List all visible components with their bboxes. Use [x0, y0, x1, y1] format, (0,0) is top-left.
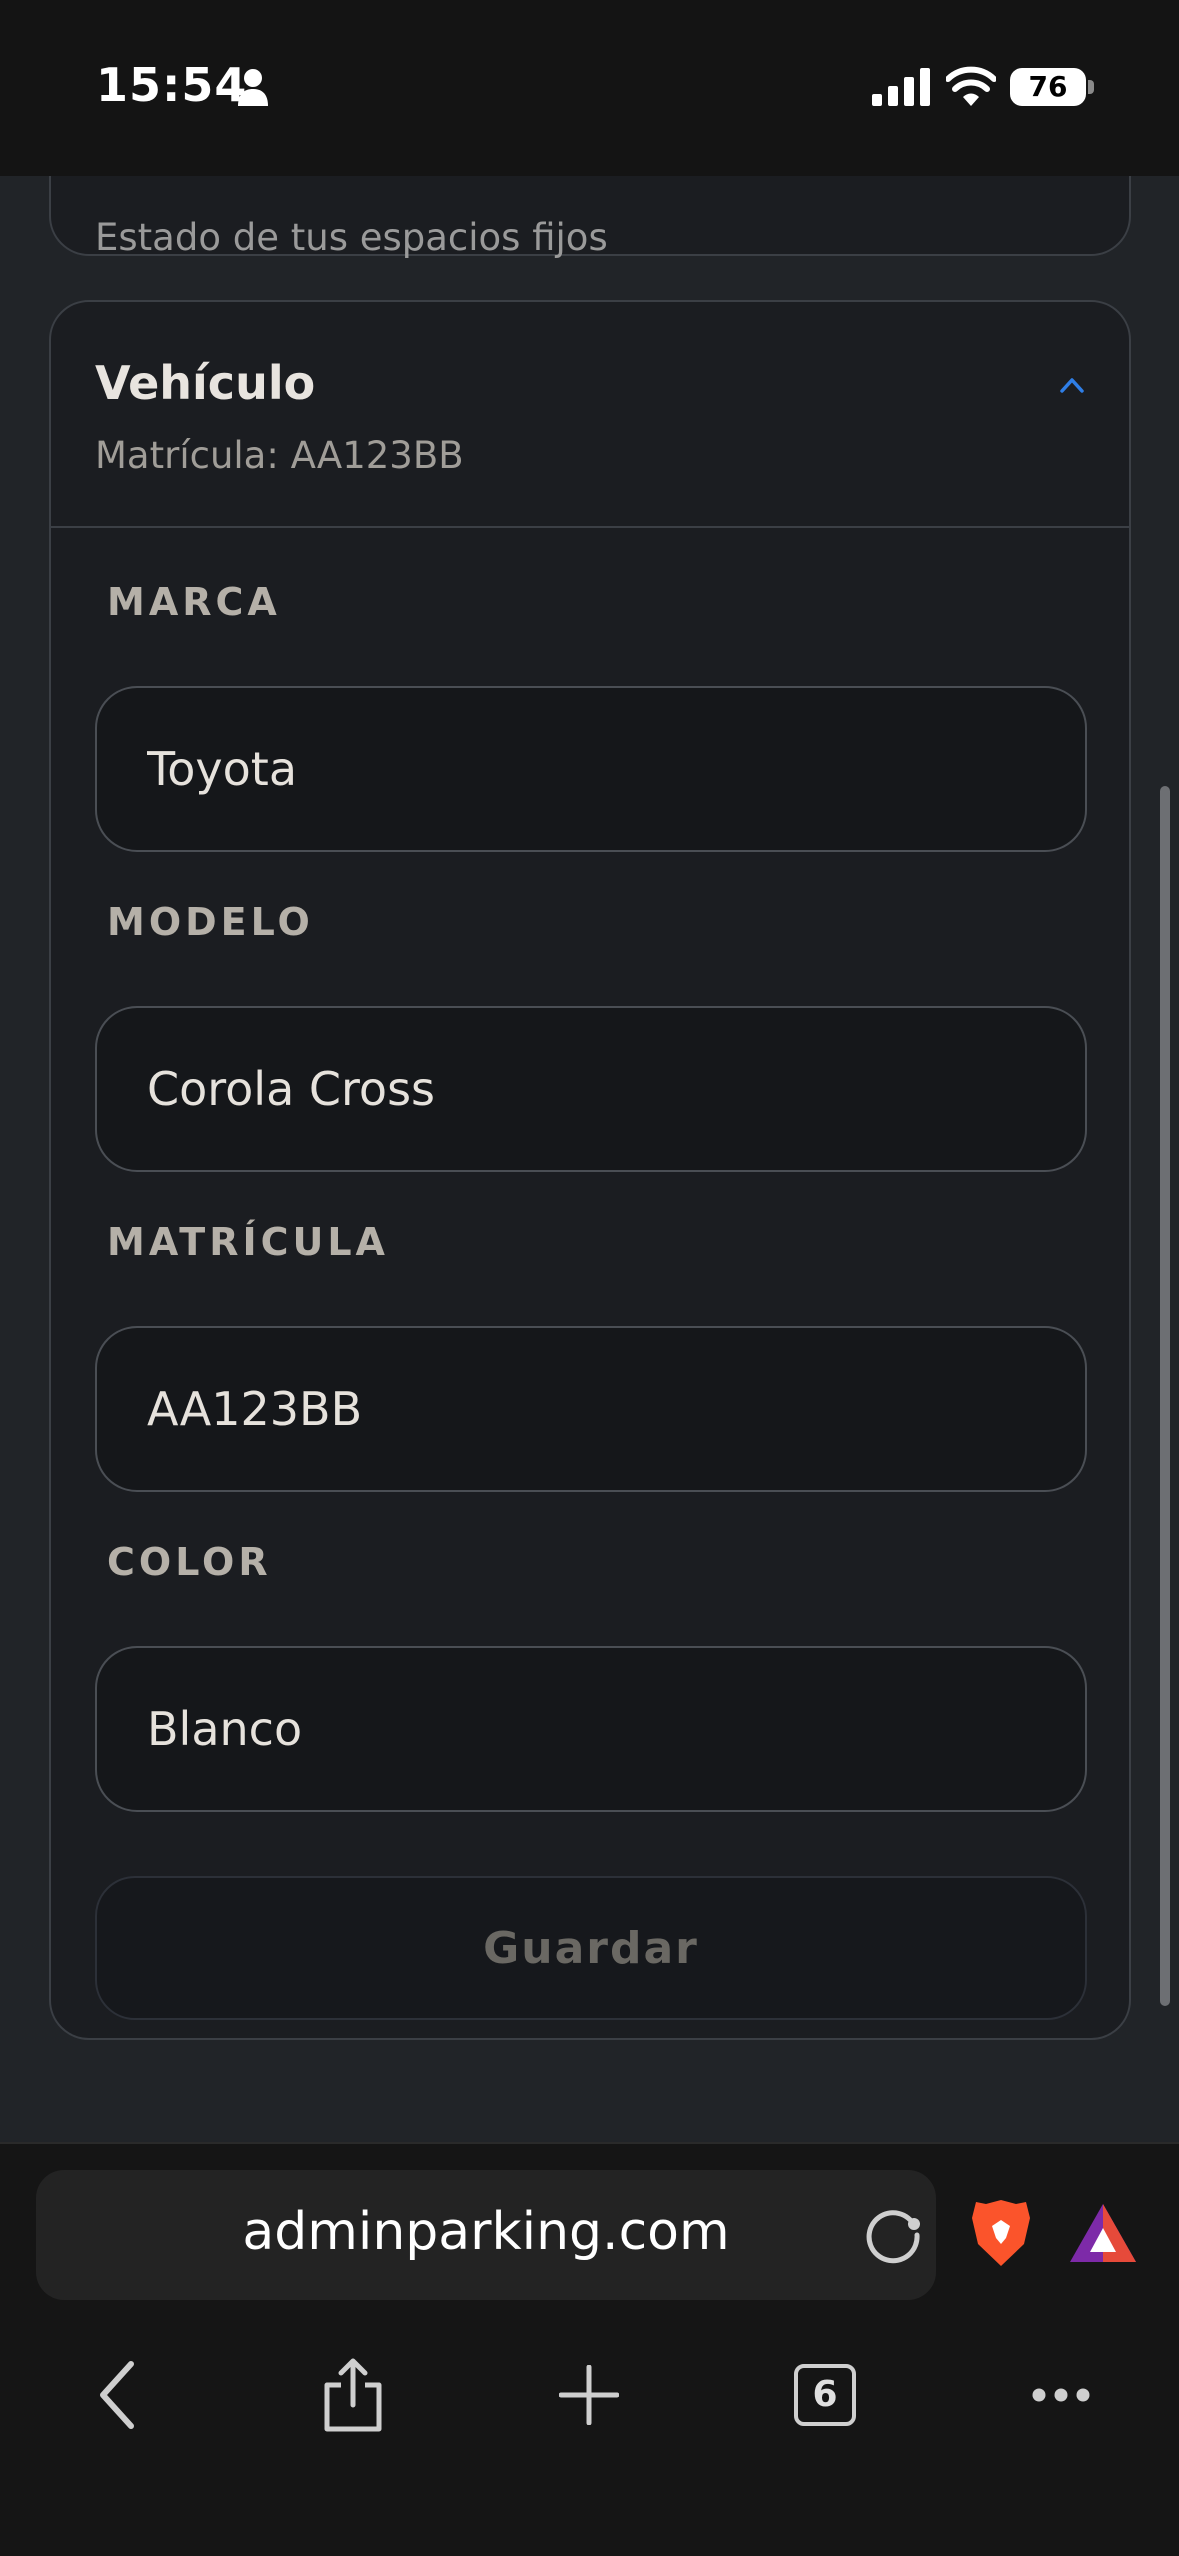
save-button[interactable]: Guardar	[95, 1876, 1087, 2020]
back-button[interactable]	[72, 2350, 162, 2440]
share-icon	[324, 2358, 382, 2432]
model-input[interactable]	[95, 1006, 1087, 1172]
tab-count: 6	[794, 2364, 856, 2426]
status-time: 15:54	[96, 58, 248, 112]
share-button[interactable]	[308, 2350, 398, 2440]
status-bar: 15:54 76	[0, 0, 1179, 176]
chevron-left-icon	[100, 2361, 134, 2429]
address-bar[interactable]: adminparking.com	[36, 2170, 936, 2300]
color-input[interactable]	[95, 1646, 1087, 1812]
more-button[interactable]	[1016, 2350, 1106, 2440]
tabs-button[interactable]: 6	[780, 2350, 870, 2440]
page-content: Estado de tus espacios fijos Vehículo Ma…	[0, 176, 1179, 2142]
person-icon	[238, 69, 268, 106]
vehicle-card: Vehículo Matrícula: AA123BB MARCA MODELO…	[49, 300, 1131, 2040]
signal-icon	[872, 68, 930, 106]
brave-rewards-icon[interactable]	[1068, 2202, 1138, 2264]
brand-input[interactable]	[95, 686, 1087, 852]
fixed-spaces-subtitle: Estado de tus espacios fijos	[95, 216, 608, 259]
vehicle-card-subtitle: Matrícula: AA123BB	[95, 434, 464, 477]
more-icon	[1032, 2388, 1090, 2402]
vehicle-card-title: Vehículo	[95, 356, 316, 410]
battery-nub	[1088, 80, 1094, 94]
plus-icon	[559, 2365, 619, 2425]
url-text: adminparking.com	[242, 2202, 730, 2262]
wifi-icon	[946, 66, 996, 106]
phone-screen: 15:54 76 Estado de tus espacios fijos Ve…	[0, 0, 1179, 2556]
vehicle-card-header[interactable]: Vehículo Matrícula: AA123BB	[51, 302, 1129, 528]
brand-label: MARCA	[107, 580, 281, 624]
new-tab-button[interactable]	[544, 2350, 634, 2440]
scrollbar[interactable]	[1160, 786, 1170, 2006]
color-label: COLOR	[107, 1540, 272, 1584]
chevron-up-icon[interactable]	[1057, 372, 1087, 396]
battery-indicator: 76	[1010, 68, 1086, 106]
fixed-spaces-card[interactable]: Estado de tus espacios fijos	[49, 176, 1131, 259]
plate-input[interactable]	[95, 1326, 1087, 1492]
browser-toolbar: adminparking.com 6	[0, 2142, 1179, 2556]
brave-shield-icon[interactable]	[970, 2198, 1032, 2268]
reload-icon[interactable]	[862, 2204, 924, 2266]
model-label: MODELO	[107, 900, 314, 944]
plate-label: MATRÍCULA	[107, 1220, 389, 1264]
